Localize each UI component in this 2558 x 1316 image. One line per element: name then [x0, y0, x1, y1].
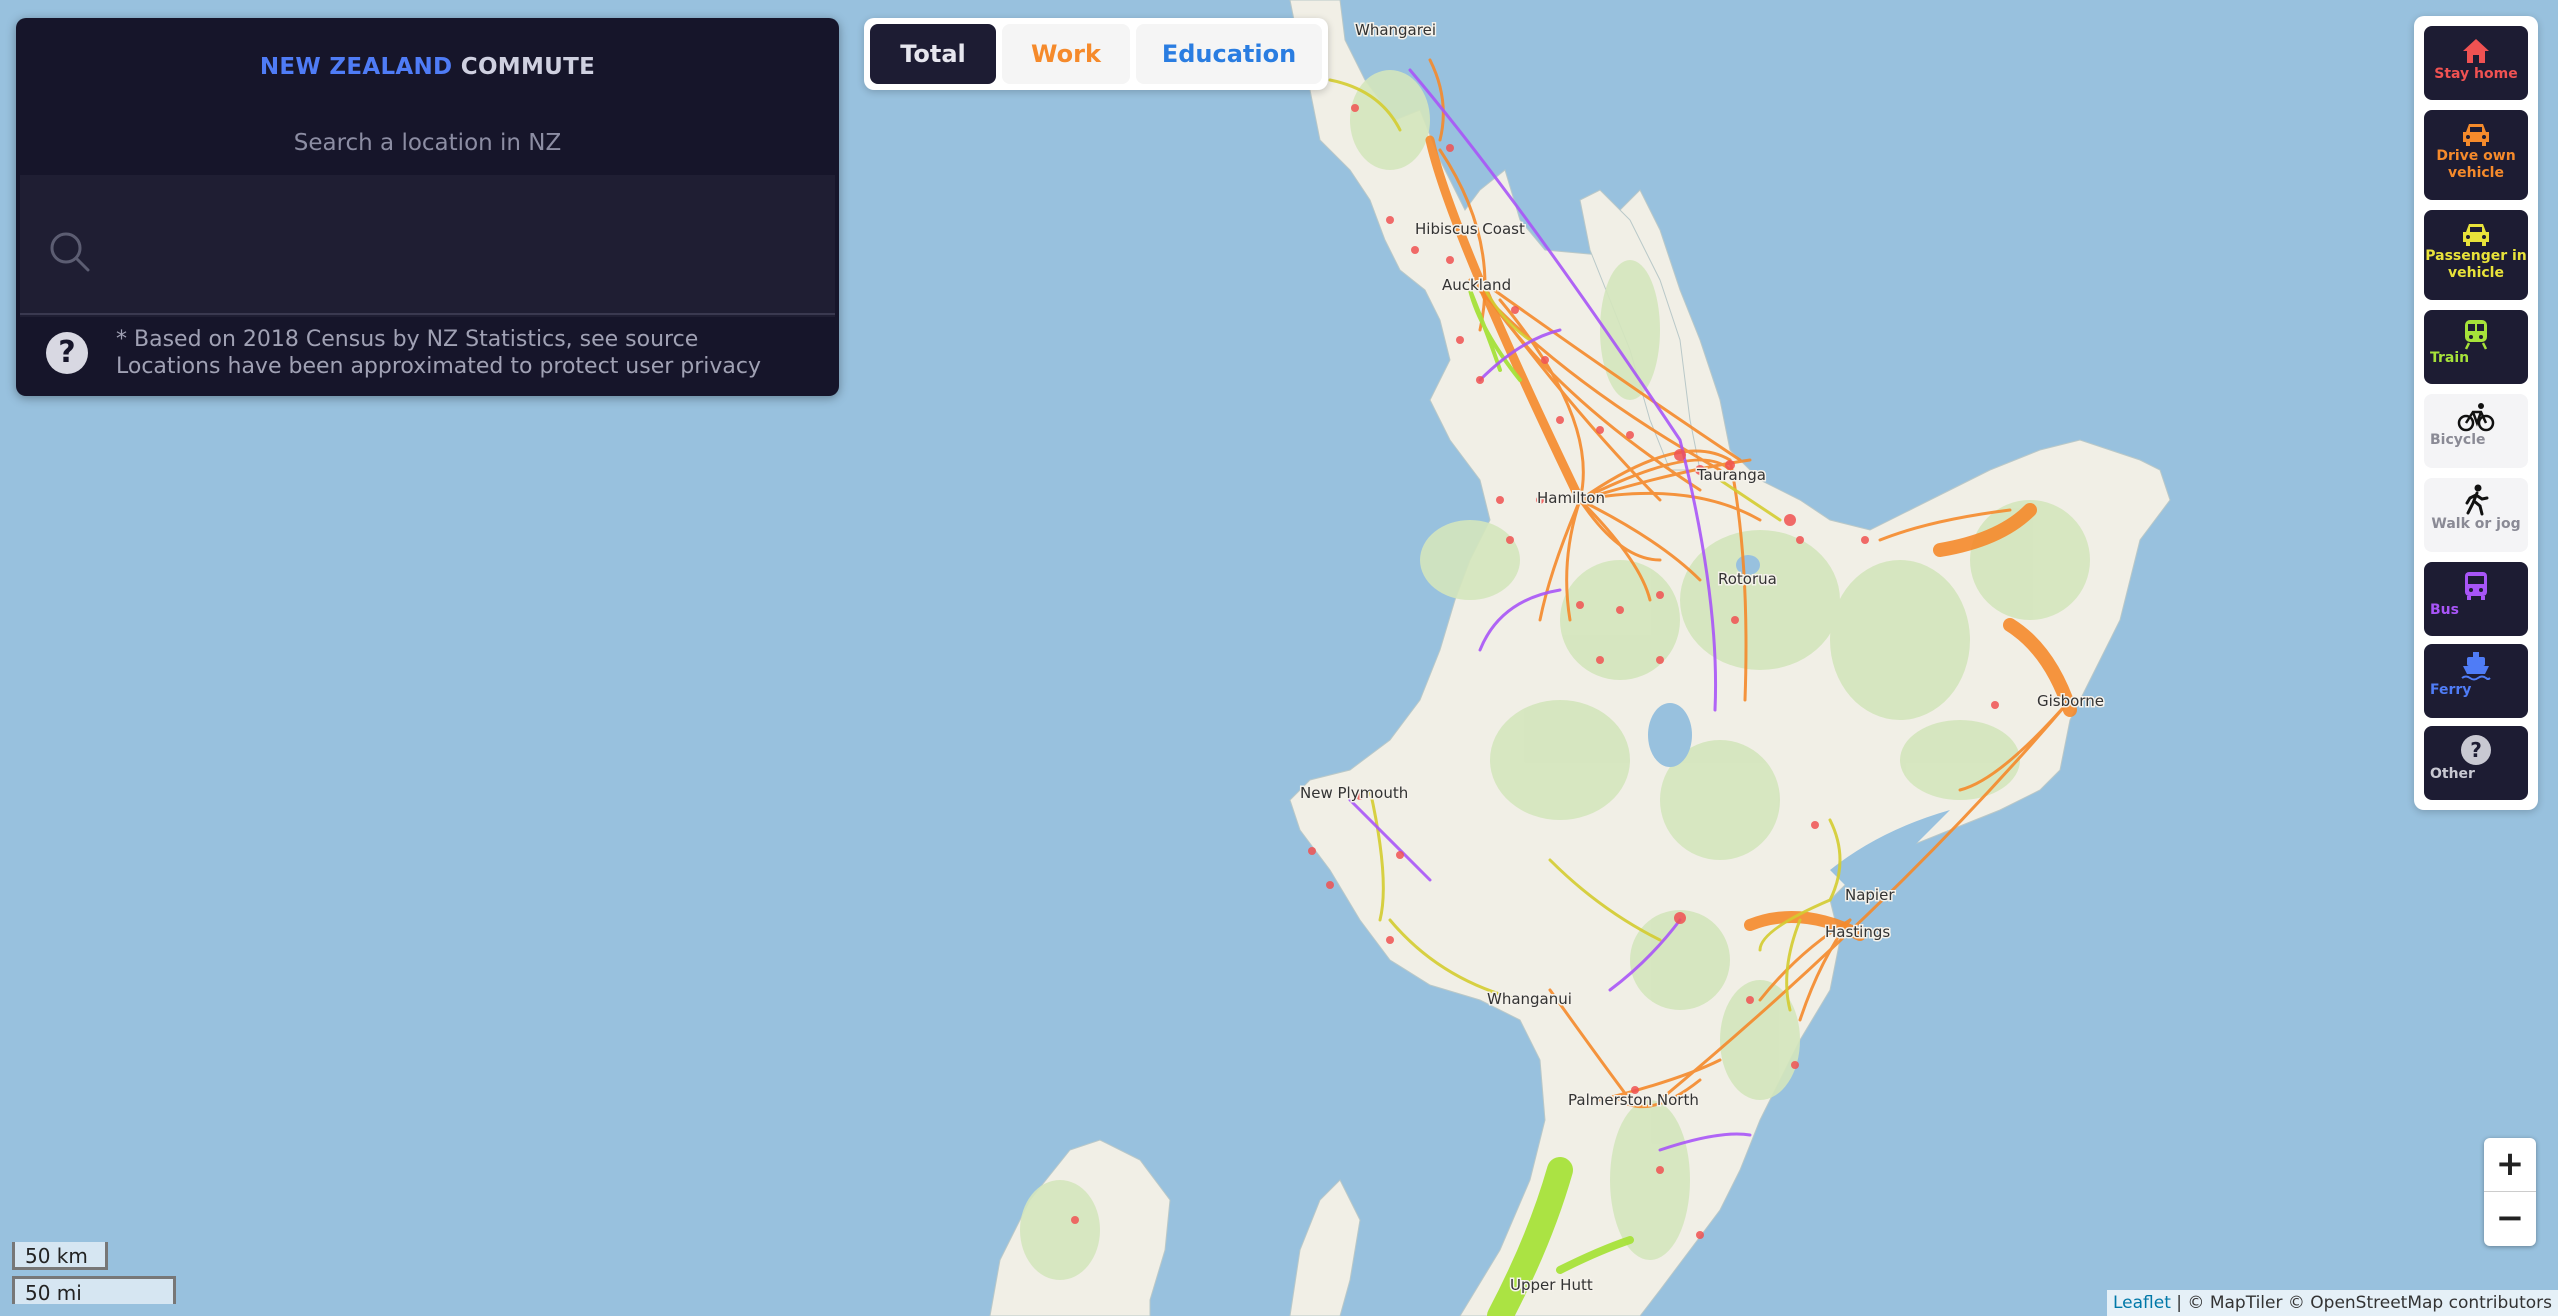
scale-bar-mi: 50 mi	[12, 1276, 176, 1305]
place-label: Whanganui	[1487, 990, 1572, 1008]
mode-label: Bicycle	[2430, 432, 2486, 448]
mode-label: Bus	[2430, 602, 2459, 618]
app-title: NEW ZEALAND COMMUTE	[16, 54, 839, 80]
map-attribution: Leaflet | © MapTiler © OpenStreetMap con…	[2107, 1290, 2558, 1316]
place-label: Tauranga	[1696, 466, 1766, 484]
app-title-commute: COMMUTE	[460, 54, 596, 80]
mode-train[interactable]: Train	[2424, 310, 2528, 384]
place-label: Palmerston North	[1568, 1091, 1699, 1109]
mode-stay-home[interactable]: Stay home	[2424, 26, 2528, 100]
leaflet-link[interactable]: Leaflet	[2113, 1293, 2171, 1313]
scale-bar-km: 50 km	[12, 1242, 108, 1270]
bus-icon	[2465, 572, 2487, 600]
mode-other[interactable]: ? Other	[2424, 726, 2528, 800]
mode-walk-or-jog[interactable]: Walk or jog	[2424, 478, 2528, 552]
place-label: Hibiscus Coast	[1415, 220, 1525, 238]
mode-passenger-in-vehicle[interactable]: Passenger in vehicle	[2424, 210, 2528, 300]
mode-bicycle[interactable]: Bicycle	[2424, 394, 2528, 468]
tab-education[interactable]: Education	[1136, 24, 1322, 84]
tab-work[interactable]: Work	[1002, 24, 1130, 84]
place-label: Gisborne	[2037, 692, 2104, 710]
walking-person-icon	[2465, 484, 2489, 516]
commute-type-tabs: Total Work Education	[864, 18, 1328, 90]
mode-label: Stay home	[2434, 66, 2518, 82]
mode-label: Drive own vehicle	[2436, 148, 2516, 181]
mode-label: Ferry	[2430, 682, 2472, 698]
car-icon	[2463, 124, 2489, 146]
ferry-icon	[2461, 652, 2491, 681]
mode-label: Other	[2430, 766, 2475, 782]
note-line-1: * Based on 2018 Census by NZ Statistics,…	[116, 327, 699, 352]
place-label: Napier	[1845, 886, 1895, 904]
mode-bus[interactable]: Bus	[2424, 562, 2528, 636]
place-label: New Plymouth	[1300, 784, 1408, 802]
help-icon[interactable]: ?	[46, 332, 88, 374]
place-label: Auckland	[1442, 276, 1511, 294]
tab-total[interactable]: Total	[870, 24, 996, 84]
zoom-out-button[interactable]: −	[2484, 1192, 2536, 1245]
car-icon	[2463, 224, 2489, 246]
mode-ferry[interactable]: Ferry	[2424, 644, 2528, 718]
attribution-text: | © MapTiler © OpenStreetMap contributor…	[2170, 1293, 2552, 1313]
lake-taupo	[1648, 703, 1692, 767]
transport-mode-legend: Stay home Drive own vehicle Passenger in…	[2414, 16, 2538, 810]
zoom-control: + −	[2484, 1138, 2536, 1246]
place-label: Hamilton	[1537, 489, 1605, 507]
place-label: Upper Hutt	[1510, 1276, 1593, 1294]
place-label: Whangarei	[1355, 21, 1436, 39]
data-source-note: * Based on 2018 Census by NZ Statistics,…	[116, 326, 761, 380]
divider	[20, 313, 835, 315]
search-input[interactable]	[120, 215, 814, 279]
zoom-in-button[interactable]: +	[2484, 1138, 2536, 1192]
place-label: Rotorua	[1718, 570, 1777, 588]
search-icon	[50, 232, 90, 272]
bicycle-icon	[2457, 403, 2495, 432]
mode-label: Walk or jog	[2431, 516, 2521, 532]
mode-label: Train	[2430, 350, 2470, 366]
train-icon	[2464, 320, 2488, 350]
place-label: Hastings	[1825, 923, 1890, 941]
question-icon: ?	[2461, 735, 2491, 765]
app-title-country: NEW ZEALAND	[259, 54, 453, 80]
house-icon	[2463, 39, 2489, 63]
svg-text:?: ?	[2470, 738, 2482, 762]
mode-label: Passenger in vehicle	[2425, 248, 2527, 281]
search-panel: NEW ZEALAND COMMUTE Search a location in…	[16, 18, 839, 396]
search-box[interactable]	[20, 175, 835, 317]
mode-drive-own-vehicle[interactable]: Drive own vehicle	[2424, 110, 2528, 200]
note-line-2: Locations have been approximated to prot…	[116, 354, 762, 379]
search-prompt: Search a location in NZ	[293, 130, 562, 156]
